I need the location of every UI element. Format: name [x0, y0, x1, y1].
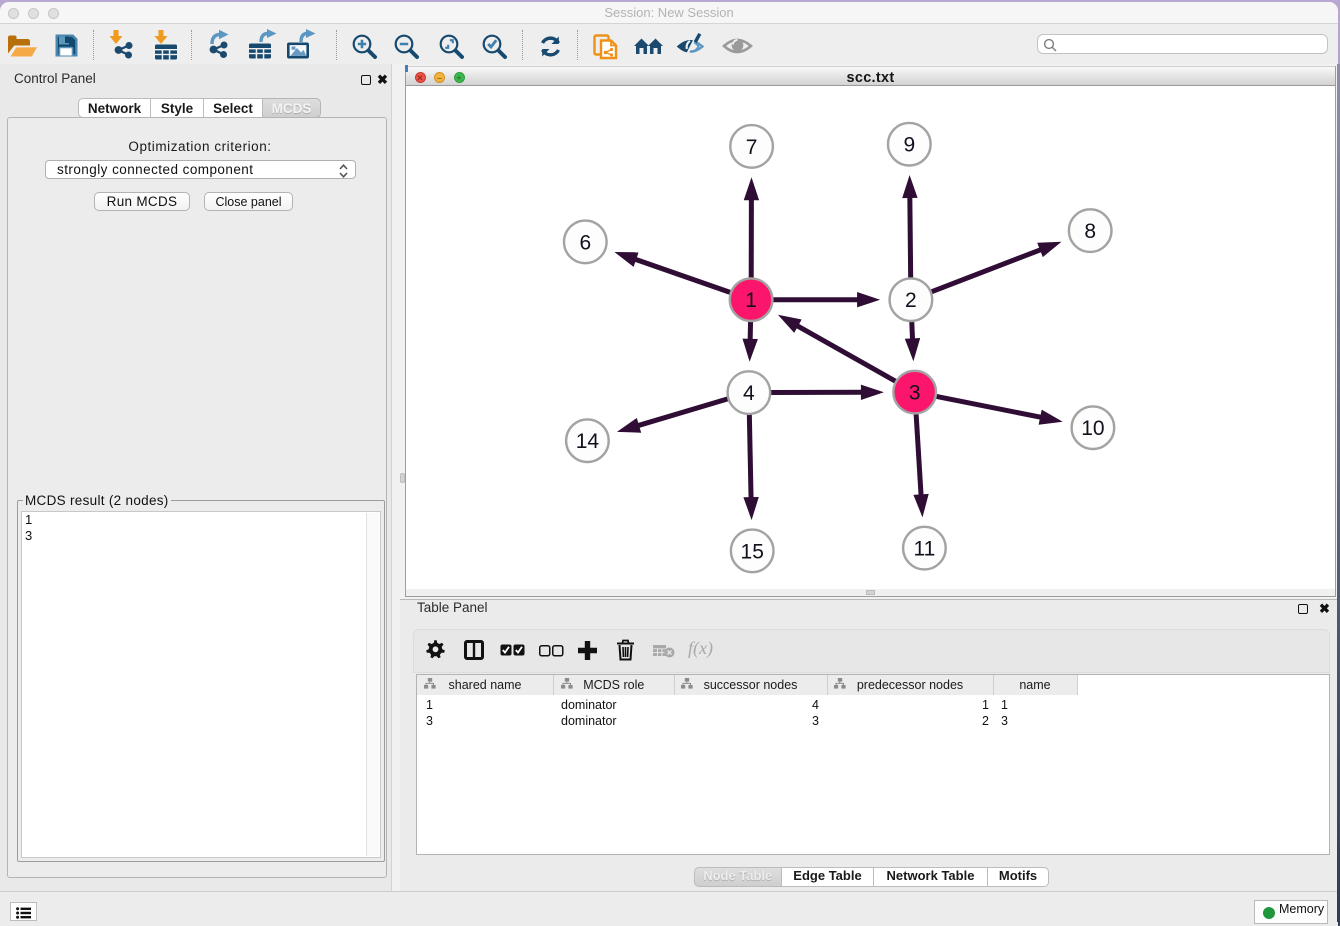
svg-text:1: 1	[745, 289, 757, 312]
svg-text:2: 2	[905, 289, 917, 312]
svg-text:4: 4	[743, 382, 755, 405]
svg-text:8: 8	[1084, 220, 1096, 243]
svg-text:15: 15	[740, 540, 763, 563]
svg-text:9: 9	[903, 133, 915, 156]
svg-text:11: 11	[913, 537, 935, 560]
svg-text:6: 6	[579, 231, 591, 254]
svg-text:3: 3	[908, 381, 920, 404]
svg-text:7: 7	[745, 135, 757, 158]
svg-text:10: 10	[1081, 417, 1104, 440]
svg-text:14: 14	[575, 430, 599, 453]
